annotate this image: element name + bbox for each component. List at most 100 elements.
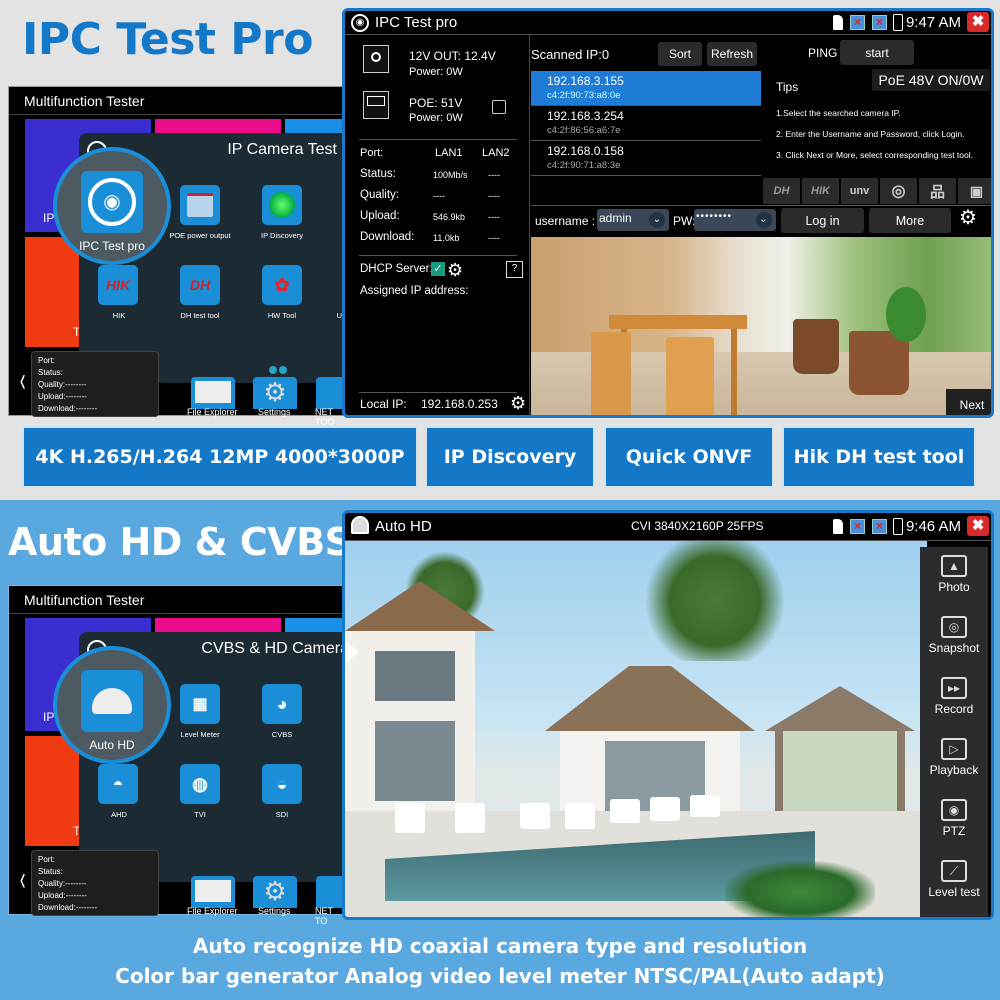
port-label: Port: xyxy=(360,147,384,159)
more-button[interactable]: More xyxy=(869,208,951,233)
hero-title-ipc: IPC Test Pro xyxy=(22,14,313,65)
rail-button-record[interactable]: ▸▸ Record xyxy=(920,677,988,716)
snapshot-camera-icon: ◎ xyxy=(941,616,967,638)
network-topology-icon[interactable]: 品 xyxy=(919,178,956,204)
dh-logo-icon: DH xyxy=(189,277,211,293)
close-button[interactable]: ✖ xyxy=(967,516,989,536)
ip-address: 192.168.0.158 xyxy=(547,144,624,158)
file-explorer-app[interactable] xyxy=(191,876,235,908)
local-ip-label: Local IP: xyxy=(360,397,407,411)
auto-hd-action-rail: ▲ Photo ◎ Snapshot ▸▸ Record ▷ Playback ◉ PTZ ⟋ Lev… xyxy=(920,547,988,917)
rail-button-ptz[interactable]: ◉ PTZ xyxy=(920,799,988,838)
file-explorer-app[interactable] xyxy=(191,377,235,409)
stat-label: Download: xyxy=(38,903,76,912)
lan1-value: 11.0kb xyxy=(433,233,460,243)
app-label: Level Meter xyxy=(180,730,220,739)
app-tvi[interactable]: ◍ xyxy=(180,764,220,804)
stat-value: ---- xyxy=(76,891,87,900)
app-sdi[interactable]: ◒ xyxy=(262,764,302,804)
stat-label: Upload: xyxy=(38,891,66,900)
signal-format: CVI 3840X2160P 25FPS xyxy=(631,519,764,533)
app-label: IP Discovery xyxy=(261,231,303,240)
stat-value: ---- xyxy=(86,903,98,912)
network-settings-gear-icon[interactable]: ⚙ xyxy=(510,394,526,412)
lan-port-icon xyxy=(363,91,389,119)
app-label: Settings xyxy=(258,906,291,916)
sort-button[interactable]: Sort xyxy=(658,42,702,66)
help-book-icon[interactable]: ? xyxy=(506,261,523,278)
magnifier-auto-hd[interactable]: Auto HD xyxy=(53,646,171,764)
tile-pink[interactable] xyxy=(155,119,281,133)
mac-address: c4:2f:86:56:a6:7e xyxy=(547,125,621,136)
stat-value: ---- xyxy=(86,404,98,413)
next-button[interactable]: Next xyxy=(946,389,991,415)
dhcp-settings-gear-icon[interactable]: ⚙ xyxy=(447,261,463,279)
dh-brand-button[interactable]: DH xyxy=(763,178,800,204)
rail-button-photo[interactable]: ▲ Photo xyxy=(920,555,988,594)
close-button[interactable]: ✖ xyxy=(967,12,989,32)
tile-blue[interactable] xyxy=(285,119,349,133)
ptz-camera-icon: ◕ xyxy=(276,693,288,714)
app-label: POE power output xyxy=(169,231,231,240)
feature-badge-hik-dh: Hik DH test tool xyxy=(784,428,974,486)
settings-app[interactable]: ⚙ xyxy=(253,876,297,908)
app-cvbs[interactable]: ◕ xyxy=(262,684,302,724)
poe-voltage: POE: 51V xyxy=(409,96,463,110)
port-row-label: Download: xyxy=(360,231,415,243)
tile-blue[interactable] xyxy=(285,618,349,632)
rail-label: Level test xyxy=(928,885,980,899)
ip-list-item[interactable]: 192.168.3.254 c4:2f:86:56:a6:7e xyxy=(531,106,761,141)
pw-label: PW: xyxy=(673,214,696,228)
stat-label: Port: xyxy=(38,356,55,365)
settings-app[interactable]: ⚙ xyxy=(253,377,297,409)
onvif-globe-icon[interactable]: ◎ xyxy=(880,178,917,204)
ip-address: 192.168.3.254 xyxy=(547,109,624,123)
refresh-button[interactable]: Refresh xyxy=(707,42,757,66)
camera-tool-icon[interactable]: ▣ xyxy=(958,178,991,204)
stat-label: Quality: xyxy=(38,380,66,389)
tile-pink[interactable] xyxy=(155,618,281,632)
settings-gear-icon[interactable]: ⚙ xyxy=(959,208,977,228)
lan1-disconnected-icon: × xyxy=(850,519,865,534)
ip-address: 192.168.3.155 xyxy=(547,74,624,88)
window-title: IPC Test pro xyxy=(375,14,458,31)
camera-preview-dining-room[interactable]: Next xyxy=(531,237,991,415)
app-dh-test-tool[interactable]: DH xyxy=(180,265,220,305)
poe-power: Power: 0W xyxy=(409,112,463,124)
app-poe-power-output[interactable] xyxy=(180,185,220,225)
chevron-left-icon[interactable]: ‹ xyxy=(20,355,26,405)
folder-icon xyxy=(195,880,231,902)
rail-button-snapshot[interactable]: ◎ Snapshot xyxy=(920,616,988,655)
sd-card-icon xyxy=(833,15,843,30)
poe-checkbox[interactable] xyxy=(492,100,506,114)
unv-brand-button[interactable]: unv xyxy=(841,178,878,204)
app-hw-tool[interactable]: ✿ xyxy=(262,265,302,305)
ip-list-item[interactable]: 192.168.0.158 c4:2f:90:71:a8:3e xyxy=(531,141,761,176)
divider xyxy=(359,392,517,393)
app-label: File Explorer xyxy=(187,906,238,916)
video-preview-villa[interactable] xyxy=(345,541,927,917)
password-select[interactable]: •••••••• ⌄ xyxy=(694,209,776,231)
magnifier-ipc-test-pro[interactable]: ◉ IPC Test pro xyxy=(53,147,171,265)
photo-icon: ▲ xyxy=(941,555,967,577)
app-level-meter[interactable]: ▦ xyxy=(180,684,220,724)
ping-start-button[interactable]: start xyxy=(840,40,914,65)
gear-icon: ⚙ xyxy=(263,876,287,906)
dhcp-checkbox[interactable]: ✓ xyxy=(431,262,445,276)
rail-button-level-test[interactable]: ⟋ Level test xyxy=(920,860,988,899)
username-select[interactable]: admin ⌄ xyxy=(597,209,669,231)
hik-brand-button[interactable]: HIK xyxy=(802,178,839,204)
multifunction-tester-panel-cvbs: Multifunction Tester IP T ← CVBS & HD Ca… xyxy=(8,585,349,926)
app-ip-discovery[interactable] xyxy=(262,185,302,225)
port-stats-box: Port: Status: Quality:-------- Upload:--… xyxy=(31,351,159,417)
app-ahd[interactable]: ◓ xyxy=(98,764,138,804)
chevron-left-icon[interactable]: ‹ xyxy=(20,854,26,904)
app-hik[interactable]: HIK xyxy=(98,265,138,305)
lan1-value: 546.9kb xyxy=(433,212,466,222)
auto-hd-window: Auto HD CVI 3840X2160P 25FPS × × 9:46 AM… xyxy=(342,510,994,920)
login-button[interactable]: Log in xyxy=(781,208,864,233)
rail-button-playback[interactable]: ▷ Playback xyxy=(920,738,988,777)
panel-header: Multifunction Tester xyxy=(9,87,347,115)
lan1-value: 100Mb/s xyxy=(433,170,468,180)
ip-list-item[interactable]: 192.168.3.155 c4:2f:90:73:a8:0e xyxy=(531,71,761,106)
